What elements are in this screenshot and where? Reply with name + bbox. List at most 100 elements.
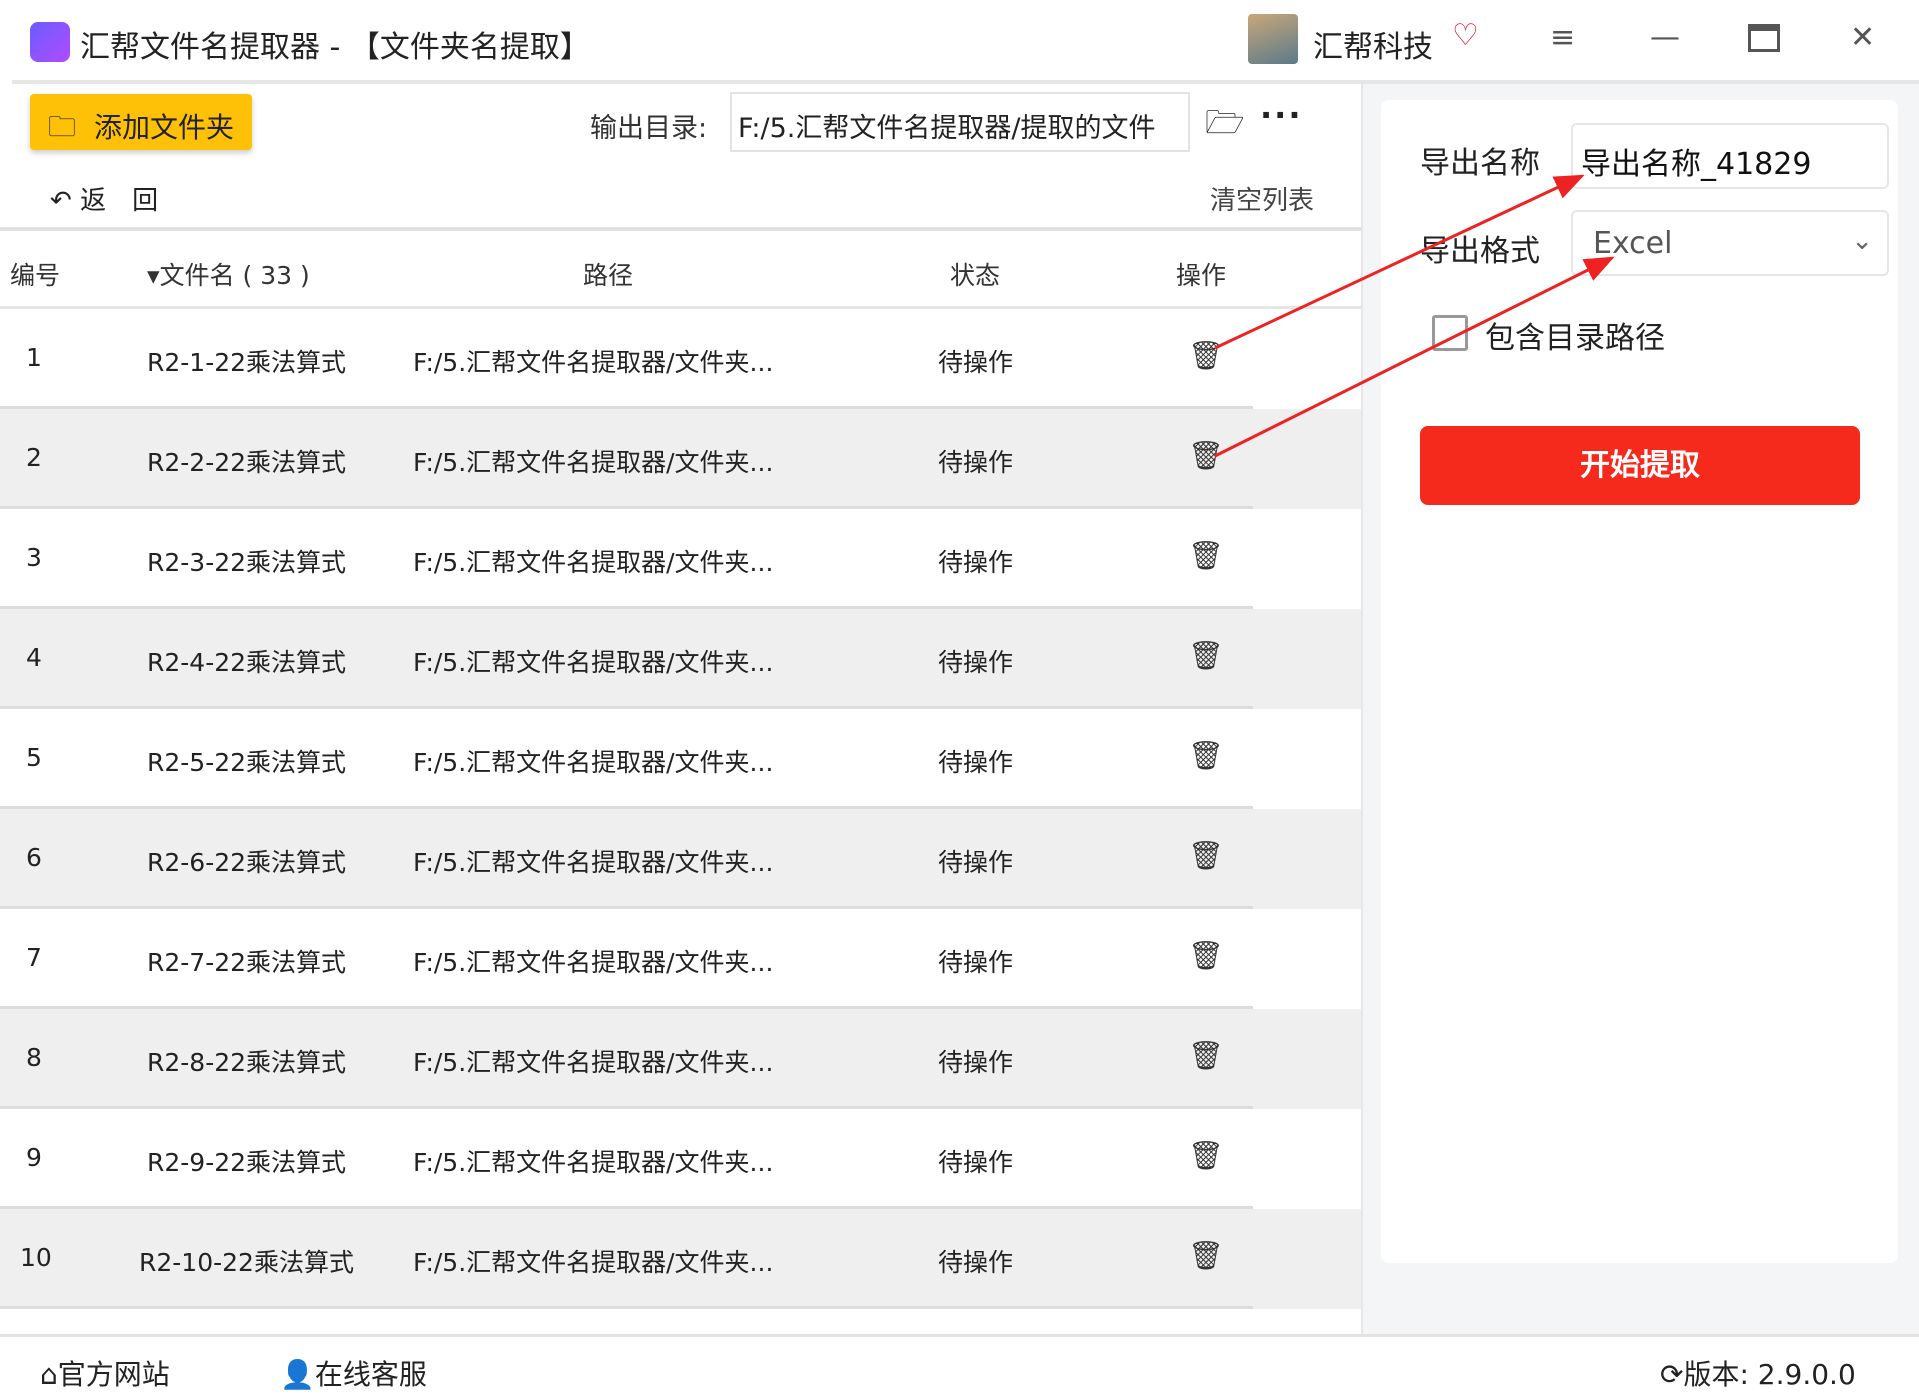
website-label: 官方网站 [57, 1358, 170, 1391]
close-icon[interactable]: ✕ [1850, 20, 1875, 55]
row-num: 2 [26, 443, 42, 472]
row-name: R2-1-22乘法算式 [147, 348, 347, 377]
row-status: 待操作 [938, 648, 1014, 677]
table-row[interactable]: 3 R2-3-22乘法算式 F:/5.汇帮文件名提取器/文件夹... 待操作 🗑 [0, 509, 1361, 609]
back-button[interactable]: ↶ 返 回 [50, 180, 158, 217]
row-status: 待操作 [938, 1048, 1014, 1077]
row-path: F:/5.汇帮文件名提取器/文件夹... [413, 1248, 774, 1277]
table-row[interactable]: 9 R2-9-22乘法算式 F:/5.汇帮文件名提取器/文件夹... 待操作 🗑 [0, 1109, 1361, 1209]
table-row[interactable]: 2 R2-2-22乘法算式 F:/5.汇帮文件名提取器/文件夹... 待操作 🗑 [0, 409, 1361, 509]
trash-icon[interactable]: 🗑 [1188, 339, 1224, 372]
row-status: 待操作 [938, 1248, 1014, 1277]
user-icon: 👤 [280, 1358, 315, 1391]
row-name: R2-9-22乘法算式 [147, 1148, 347, 1177]
trash-icon[interactable]: 🗑 [1188, 639, 1224, 672]
table-row[interactable]: 5 R2-5-22乘法算式 F:/5.汇帮文件名提取器/文件夹... 待操作 🗑 [0, 709, 1361, 809]
table-row[interactable]: 8 R2-8-22乘法算式 F:/5.汇帮文件名提取器/文件夹... 待操作 🗑 [0, 1009, 1361, 1109]
header-num: 编号 [10, 261, 61, 290]
row-name: R2-4-22乘法算式 [147, 648, 347, 677]
window-title: 汇帮文件名提取器 - 【文件夹名提取】 [80, 30, 590, 65]
start-extract-button[interactable]: 开始提取 [1420, 426, 1860, 505]
row-status: 待操作 [938, 1148, 1014, 1177]
support-label: 在线客服 [314, 1358, 427, 1391]
row-num: 4 [26, 643, 42, 672]
row-name: R2-6-22乘法算式 [147, 848, 347, 877]
trash-icon[interactable]: 🗑 [1188, 539, 1224, 572]
output-dir-label: 输出目录: [590, 113, 708, 144]
row-status: 待操作 [938, 948, 1014, 977]
row-num: 10 [20, 1243, 52, 1272]
row-num: 1 [26, 343, 42, 372]
row-name: R2-5-22乘法算式 [147, 748, 347, 777]
row-status: 待操作 [938, 348, 1014, 377]
website-link[interactable]: ⌂官方网站 [40, 1353, 170, 1393]
trash-icon[interactable]: 🗑 [1188, 939, 1224, 972]
export-format-select[interactable]: Excel ⌄ [1571, 210, 1889, 276]
row-status: 待操作 [938, 748, 1014, 777]
folder-open-icon[interactable]: 🗁 [1205, 100, 1245, 154]
include-path-checkbox[interactable] [1432, 315, 1468, 351]
row-status: 待操作 [938, 848, 1014, 877]
app-logo [30, 22, 70, 62]
header-name[interactable]: ▾文件名 ( 33 ) [147, 256, 310, 292]
trash-icon[interactable]: 🗑 [1188, 839, 1224, 872]
clear-list-button[interactable]: 清空列表 [1210, 180, 1314, 217]
row-num: 6 [26, 843, 42, 872]
export-name-input[interactable]: 导出名称_41829 [1571, 123, 1889, 189]
include-path-label: 包含目录路径 [1485, 321, 1665, 356]
row-status: 待操作 [938, 548, 1014, 577]
output-dir-input[interactable]: F:/5.汇帮文件名提取器/提取的文件 [730, 92, 1190, 152]
maximize-icon[interactable] [1748, 24, 1780, 52]
trash-icon[interactable]: 🗑 [1188, 1139, 1224, 1172]
add-folder-label: 添加文件夹 [94, 111, 235, 144]
row-name: R2-7-22乘法算式 [147, 948, 347, 977]
row-name: R2-8-22乘法算式 [147, 1048, 347, 1077]
back-label: 返 回 [80, 186, 159, 216]
row-num: 8 [26, 1043, 42, 1072]
table-row[interactable]: 6 R2-6-22乘法算式 F:/5.汇帮文件名提取器/文件夹... 待操作 🗑 [0, 809, 1361, 909]
row-path: F:/5.汇帮文件名提取器/文件夹... [413, 648, 774, 677]
row-path: F:/5.汇帮文件名提取器/文件夹... [413, 548, 774, 577]
add-folder-button[interactable]: 🗀 添加文件夹 [30, 94, 252, 150]
version-info[interactable]: ⟳版本: 2.9.0.0 [1660, 1353, 1856, 1393]
footer: ⌂官方网站 👤在线客服 ⟳版本: 2.9.0.0 [0, 1334, 1919, 1399]
export-format-label: 导出格式 [1420, 234, 1540, 269]
row-path: F:/5.汇帮文件名提取器/文件夹... [413, 348, 774, 377]
table-row[interactable]: 7 R2-7-22乘法算式 F:/5.汇帮文件名提取器/文件夹... 待操作 🗑 [0, 909, 1361, 1009]
brand-name: 汇帮科技 [1313, 30, 1433, 65]
add-folder-icon: 🗀 [48, 110, 77, 143]
trash-icon[interactable]: 🗑 [1188, 439, 1224, 472]
row-path: F:/5.汇帮文件名提取器/文件夹... [413, 748, 774, 777]
trash-icon[interactable]: 🗑 [1188, 1039, 1224, 1072]
row-num: 9 [26, 1143, 42, 1172]
table-row[interactable]: 4 R2-4-22乘法算式 F:/5.汇帮文件名提取器/文件夹... 待操作 🗑 [0, 609, 1361, 709]
table-row[interactable]: 1 R2-1-22乘法算式 F:/5.汇帮文件名提取器/文件夹... 待操作 🗑 [0, 309, 1361, 409]
row-num: 5 [26, 743, 42, 772]
minimize-icon[interactable]: — [1650, 20, 1680, 55]
row-path: F:/5.汇帮文件名提取器/文件夹... [413, 948, 774, 977]
row-name: R2-3-22乘法算式 [147, 548, 347, 577]
home-icon: ⌂ [40, 1358, 58, 1391]
more-icon[interactable]: ··· [1260, 96, 1302, 134]
support-link[interactable]: 👤在线客服 [280, 1353, 427, 1393]
menu-icon[interactable]: ≡ [1550, 20, 1575, 55]
version-label: 版本: 2.9.0.0 [1683, 1358, 1856, 1391]
title-bar: 汇帮文件名提取器 - 【文件夹名提取】 汇帮科技 ♡ ≡ — ✕ [0, 0, 1919, 82]
table-row[interactable]: 10 R2-10-22乘法算式 F:/5.汇帮文件名提取器/文件夹... 待操作… [0, 1209, 1361, 1309]
header-name-label: 文件名 ( 33 ) [159, 261, 310, 290]
trash-icon[interactable]: 🗑 [1188, 1239, 1224, 1272]
row-name: R2-10-22乘法算式 [139, 1248, 354, 1277]
sort-icon: ▾ [147, 261, 160, 290]
trash-icon[interactable]: 🗑 [1188, 739, 1224, 772]
header-path: 路径 [583, 261, 634, 290]
avatar[interactable] [1248, 14, 1298, 64]
chevron-down-icon: ⌄ [1851, 226, 1873, 256]
divider [0, 227, 1361, 231]
row-num: 3 [26, 543, 42, 572]
row-path: F:/5.汇帮文件名提取器/文件夹... [413, 848, 774, 877]
export-name-label: 导出名称 [1420, 146, 1540, 181]
header-op: 操作 [1176, 261, 1227, 290]
vip-diamond-icon[interactable]: ♡ [1452, 18, 1479, 53]
refresh-icon: ⟳ [1660, 1358, 1684, 1391]
format-value: Excel [1593, 226, 1673, 261]
